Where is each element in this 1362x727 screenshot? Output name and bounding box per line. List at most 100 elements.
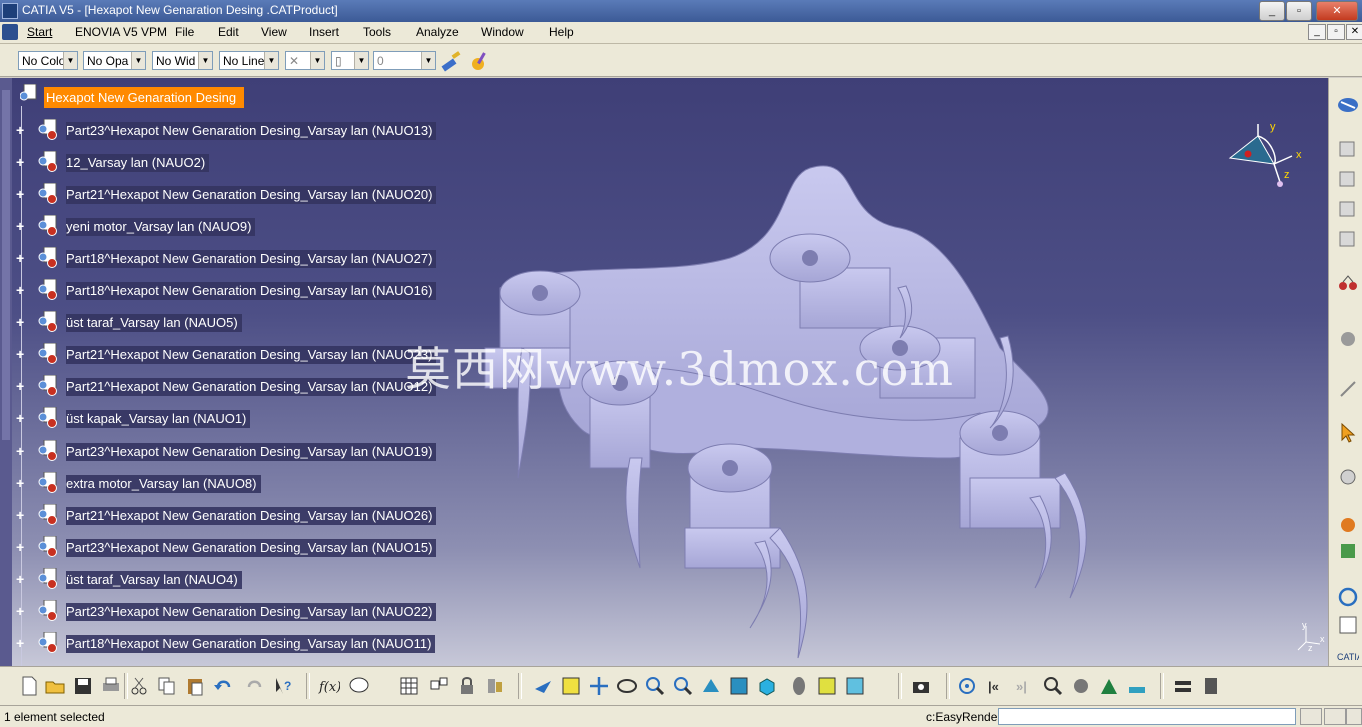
line-type-combo[interactable]: No Line ▼	[219, 51, 279, 70]
color-combo[interactable]: No Colo ▼	[18, 51, 78, 70]
status-button-3[interactable]	[1346, 708, 1362, 725]
copy-icon[interactable]	[156, 675, 178, 697]
exploded-view-icon[interactable]	[1172, 675, 1194, 697]
command-input[interactable]	[998, 708, 1296, 725]
fit-all-in-icon[interactable]	[560, 675, 582, 697]
layer-combo[interactable]: ▯ ▼	[331, 51, 369, 70]
status-button-1[interactable]	[1300, 708, 1322, 725]
expand-plus-icon[interactable]: +	[16, 123, 27, 137]
update-icon[interactable]	[1337, 466, 1359, 488]
restore-button[interactable]: ▫	[1286, 1, 1312, 21]
existing-component-icon[interactable]	[1337, 228, 1359, 250]
expand-plus-icon[interactable]: +	[16, 219, 27, 233]
menu-analyze[interactable]: Analyze	[416, 25, 459, 39]
new-part-icon[interactable]	[1337, 198, 1359, 220]
expand-plus-icon[interactable]: +	[16, 283, 27, 297]
normal-view-icon[interactable]	[700, 675, 722, 697]
close-button[interactable]: ✕	[1316, 1, 1358, 21]
menu-window[interactable]: Window	[481, 25, 524, 39]
apply-material-icon[interactable]	[1098, 675, 1120, 697]
menu-enovia[interactable]: ENOVIA V5 VPM	[75, 25, 167, 39]
menu-start[interactable]: Start	[27, 25, 52, 39]
capture-camera-icon[interactable]	[910, 675, 932, 697]
comment-icon[interactable]	[348, 675, 370, 697]
start-app-icon[interactable]	[2, 24, 18, 40]
zoom-in-icon[interactable]	[644, 675, 666, 697]
catalog-icon[interactable]	[1337, 514, 1359, 536]
format-painter-icon[interactable]	[440, 50, 464, 72]
new-product-icon[interactable]	[1337, 168, 1359, 190]
status-button-2[interactable]	[1324, 708, 1346, 725]
menu-edit[interactable]: Edit	[218, 25, 239, 39]
redo-icon[interactable]	[244, 675, 266, 697]
paste-icon[interactable]	[184, 675, 206, 697]
zoom-out-icon[interactable]	[672, 675, 694, 697]
expand-plus-icon[interactable]: +	[16, 476, 27, 490]
print-icon[interactable]	[100, 675, 122, 697]
hexapod-model[interactable]	[480, 158, 1120, 666]
expand-plus-icon[interactable]: +	[16, 347, 27, 361]
search-icon[interactable]	[1042, 675, 1064, 697]
constraints-icon[interactable]	[1337, 272, 1359, 294]
compass-icon[interactable]: y x z	[1226, 120, 1316, 200]
minimize-button[interactable]: _	[1259, 1, 1285, 21]
isometric-view-icon[interactable]	[756, 675, 778, 697]
tree-scrollbar-thumb[interactable]	[2, 90, 10, 440]
generate-numbering-icon[interactable]	[1337, 540, 1359, 562]
whats-this-icon[interactable]: ?	[272, 675, 294, 697]
formula-icon[interactable]: f(x)	[318, 675, 340, 697]
expand-plus-icon[interactable]: +	[16, 379, 27, 393]
expand-plus-icon[interactable]: +	[16, 251, 27, 265]
settings-icon[interactable]	[1070, 675, 1092, 697]
expand-plus-icon[interactable]: +	[16, 540, 27, 554]
render-icon[interactable]	[1126, 675, 1148, 697]
measure-icon[interactable]	[1337, 586, 1359, 608]
graphic-properties-wizard-icon[interactable]	[468, 50, 492, 72]
bill-of-material-icon[interactable]	[1337, 614, 1359, 636]
fly-mode-icon[interactable]	[532, 675, 554, 697]
menu-insert[interactable]: Insert	[309, 25, 339, 39]
doc-close-button[interactable]: ✕	[1346, 24, 1362, 40]
3d-viewport[interactable]: Hexapot New Genaration Desing + Part23^He…	[0, 78, 1328, 666]
expand-plus-icon[interactable]: +	[16, 636, 27, 650]
cut-icon[interactable]	[128, 675, 150, 697]
design-table-icon[interactable]	[428, 675, 450, 697]
product-structure-workbench-icon[interactable]	[1337, 94, 1359, 116]
tree-scroll-rail[interactable]	[0, 78, 12, 666]
point-symbol-combo[interactable]: ✕ ▼	[285, 51, 325, 70]
knowledge-icon[interactable]	[484, 675, 506, 697]
expand-plus-icon[interactable]: +	[16, 187, 27, 201]
pan-icon[interactable]	[588, 675, 610, 697]
open-folder-icon[interactable]	[44, 675, 66, 697]
target-icon[interactable]	[956, 675, 978, 697]
lock-icon[interactable]	[456, 675, 478, 697]
hide-show-icon[interactable]	[816, 675, 838, 697]
expand-plus-icon[interactable]: +	[16, 572, 27, 586]
sectioning-icon[interactable]	[1200, 675, 1222, 697]
expand-plus-icon[interactable]: +	[16, 444, 27, 458]
rotate-icon[interactable]	[616, 675, 638, 697]
menu-file[interactable]: File	[175, 25, 194, 39]
new-component-icon[interactable]	[1337, 138, 1359, 160]
layer-value-combo[interactable]: 0 ▼	[373, 51, 436, 70]
line-width-combo[interactable]: No Wid ▼	[152, 51, 213, 70]
shading-icon[interactable]	[788, 675, 810, 697]
expand-plus-icon[interactable]: +	[16, 508, 27, 522]
save-icon[interactable]	[72, 675, 94, 697]
undo-icon[interactable]	[212, 675, 234, 697]
expand-plus-icon[interactable]: +	[16, 155, 27, 169]
multi-view-icon[interactable]	[728, 675, 750, 697]
menu-tools[interactable]: Tools	[363, 25, 391, 39]
doc-restore-button[interactable]: ▫	[1327, 24, 1345, 40]
swap-visible-space-icon[interactable]	[844, 675, 866, 697]
select-arrow-icon[interactable]	[1337, 422, 1359, 444]
opacity-combo[interactable]: No Opa ▼	[83, 51, 146, 70]
menu-view[interactable]: View	[261, 25, 287, 39]
new-file-icon[interactable]	[18, 675, 40, 697]
previous-icon[interactable]: |«	[986, 675, 1008, 697]
table-icon[interactable]	[398, 675, 420, 697]
menu-help[interactable]: Help	[549, 25, 574, 39]
next-icon[interactable]: »|	[1014, 675, 1036, 697]
doc-minimize-button[interactable]: _	[1308, 24, 1326, 40]
snap-icon[interactable]	[1337, 378, 1359, 400]
